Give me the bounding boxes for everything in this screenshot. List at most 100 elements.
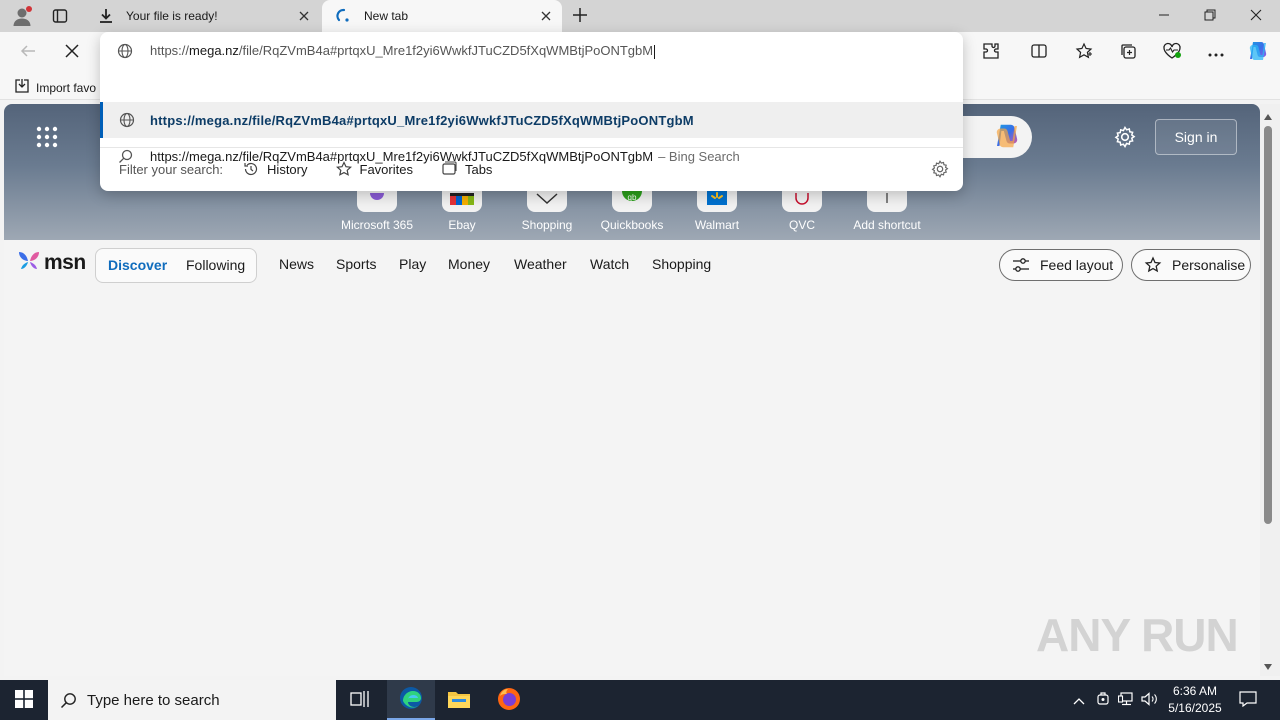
taskbar-search-placeholder: Type here to search: [87, 691, 220, 709]
tab-actions-icon[interactable]: [46, 4, 74, 28]
browser-essentials-button[interactable]: [1158, 38, 1186, 66]
scroll-up-arrow-icon[interactable]: [1264, 108, 1272, 123]
minimize-button[interactable]: [1141, 0, 1187, 32]
windows-taskbar: Type here to search 6:36 AM 5/16/2025: [0, 680, 1280, 720]
globe-icon: [103, 112, 150, 128]
filter-tabs[interactable]: Tabs: [441, 161, 492, 177]
nav-watch[interactable]: Watch: [590, 256, 629, 272]
search-box-copilot-button[interactable]: [954, 116, 1032, 158]
new-tab-button[interactable]: [566, 4, 594, 28]
volume-button[interactable]: [1140, 680, 1160, 720]
clock-date: 5/16/2025: [1168, 701, 1222, 715]
close-tab-icon[interactable]: [296, 8, 312, 24]
tab-your-file-is-ready[interactable]: Your file is ready!: [84, 0, 320, 32]
taskbar-firefox[interactable]: [485, 680, 533, 720]
import-favorites-label: Import favo: [36, 80, 97, 95]
star-icon: [1075, 42, 1093, 63]
tab-following[interactable]: Following: [186, 257, 245, 273]
more-dots-icon: [1208, 45, 1224, 60]
import-favorites-button[interactable]: Import favo: [14, 78, 96, 97]
heart-pulse-icon: [1162, 42, 1182, 63]
gear-icon: [1114, 126, 1136, 151]
ebay-icon: [450, 193, 474, 208]
msn-logo[interactable]: msn: [16, 249, 86, 276]
feed-mode-toggle: Discover Following: [95, 248, 257, 283]
split-screen-icon: [1030, 42, 1048, 63]
copilot-button[interactable]: [1244, 38, 1272, 66]
extensions-button[interactable]: [977, 38, 1005, 66]
msn-feed-nav: msn Discover Following News Sports Play …: [4, 240, 1260, 290]
taskbar-file-explorer[interactable]: [435, 680, 483, 720]
profile-icon[interactable]: [8, 4, 36, 28]
nav-money[interactable]: Money: [448, 256, 490, 272]
network-icon: [1117, 691, 1134, 709]
split-screen-button[interactable]: [1025, 38, 1053, 66]
firefox-icon: [497, 687, 521, 714]
address-bar-dropdown: https://mega.nz/file/RqZVmB4a#prtqxU_Mre…: [100, 32, 963, 191]
anyrun-watermark: ANY RUN: [1036, 608, 1239, 662]
import-icon: [14, 78, 30, 97]
taskbar-search-box[interactable]: Type here to search: [48, 680, 336, 720]
collections-button[interactable]: [1114, 38, 1142, 66]
feed-layout-label: Feed layout: [1040, 257, 1114, 273]
network-button[interactable]: [1116, 680, 1136, 720]
taskbar-clock[interactable]: 6:36 AM 5/16/2025: [1160, 683, 1230, 717]
title-bar: Your file is ready! New tab: [0, 0, 1280, 32]
personalise-button[interactable]: Personalise: [1131, 249, 1251, 281]
scrollbar-thumb[interactable]: [1264, 126, 1272, 524]
edge-loading-icon: [332, 8, 356, 24]
suggestion-url[interactable]: https://mega.nz/file/RqZVmB4a#prtqxU_Mre…: [100, 102, 963, 138]
filter-favorites[interactable]: Favorites: [335, 161, 413, 177]
search-settings-button[interactable]: [931, 160, 949, 181]
tab-discover[interactable]: Discover: [108, 257, 167, 273]
collections-icon: [1119, 42, 1137, 63]
address-text: https://mega.nz/file/RqZVmB4a#prtqxU_Mre…: [150, 43, 656, 59]
favorites-button[interactable]: [1070, 38, 1098, 66]
notification-icon: [1239, 690, 1257, 710]
windows-logo-icon: [15, 689, 33, 711]
task-view-button[interactable]: [336, 680, 384, 720]
apps-grid-icon[interactable]: [36, 126, 58, 151]
nav-sports[interactable]: Sports: [336, 256, 376, 272]
tab-title: Your file is ready!: [126, 9, 218, 23]
tab-new-tab[interactable]: New tab: [322, 0, 562, 32]
task-view-icon: [350, 690, 370, 711]
nav-play[interactable]: Play: [399, 256, 426, 272]
star-icon: [335, 161, 352, 177]
tray-app-icon[interactable]: [1093, 680, 1113, 720]
feed-layout-button[interactable]: Feed layout: [999, 249, 1123, 281]
qvc-icon: [792, 193, 812, 208]
shortcut-label: Shopping: [521, 218, 573, 232]
nav-news[interactable]: News: [279, 256, 314, 272]
filter-favorites-label: Favorites: [359, 161, 413, 177]
shortcut-label: Add shortcut: [853, 218, 921, 232]
show-hidden-icons-button[interactable]: [1068, 680, 1090, 720]
restore-icon: [1204, 9, 1216, 24]
gear-icon: [931, 160, 949, 181]
notifications-button[interactable]: [1234, 680, 1262, 720]
shortcut-label: QVC: [788, 218, 815, 232]
page-settings-button[interactable]: [1114, 126, 1136, 151]
close-tab-icon[interactable]: [538, 8, 554, 24]
settings-more-button[interactable]: [1202, 38, 1230, 66]
restore-button[interactable]: [1187, 0, 1233, 32]
microsoft-365-icon: [367, 193, 387, 208]
address-input[interactable]: https://mega.nz/file/RqZVmB4a#prtqxU_Mre…: [100, 32, 963, 70]
start-button[interactable]: [0, 680, 48, 720]
taskbar-edge[interactable]: [387, 680, 435, 720]
text-caret: [654, 44, 656, 59]
scroll-down-arrow-icon[interactable]: [1264, 658, 1272, 673]
stop-loading-button[interactable]: [58, 38, 86, 66]
sparkle-star-icon: [1144, 256, 1162, 274]
nav-weather[interactable]: Weather: [514, 256, 567, 272]
msn-butterfly-icon: [16, 249, 42, 276]
filter-label: Filter your search:: [119, 161, 224, 177]
back-button[interactable]: [14, 38, 42, 66]
filter-history[interactable]: History: [243, 161, 308, 177]
sign-in-button[interactable]: Sign in: [1155, 119, 1237, 155]
page-scrollbar[interactable]: [1260, 104, 1280, 676]
chevron-up-icon: [1073, 693, 1085, 708]
nav-shopping[interactable]: Shopping: [652, 256, 711, 272]
shortcut-label: Quickbooks: [600, 218, 664, 232]
close-window-button[interactable]: [1233, 0, 1279, 32]
